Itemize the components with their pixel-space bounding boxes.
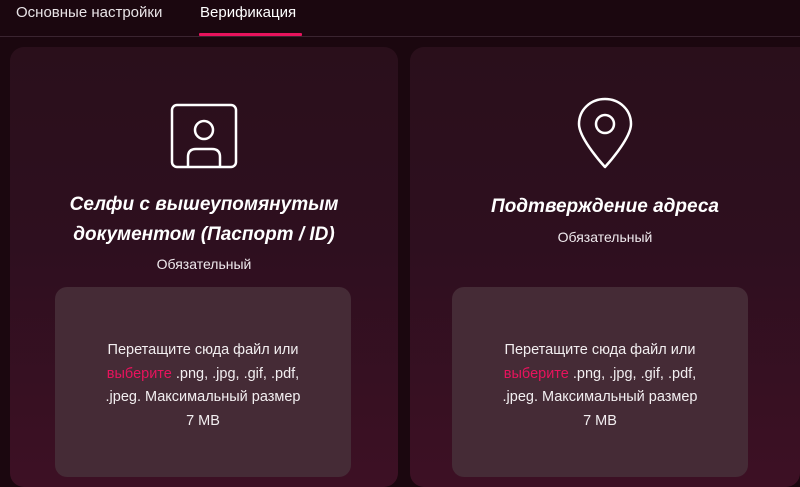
active-tab-indicator: [199, 33, 302, 36]
location-pin-icon: [410, 97, 800, 169]
dropzone-line-1: Перетащите сюда файл или: [504, 342, 696, 358]
card-title: Подтверждение адреса: [491, 196, 719, 217]
file-dropzone[interactable]: Перетащите сюда файл или выберите .png, …: [452, 287, 748, 477]
tab-verification[interactable]: Верификация: [200, 4, 296, 21]
id-card-icon: [10, 103, 398, 169]
card-title-line-1: Селфи с вышеупомянутым: [69, 194, 339, 215]
file-formats-text: .png, .jpg, .gif, .pdf,: [568, 365, 697, 382]
tab-bar: Основные настройки Верификация: [0, 0, 800, 37]
address-confirmation-card: Подтверждение адреса Обязательный Перета…: [410, 47, 800, 487]
selfie-document-card: Селфи с вышеупомянутым документом (Паспо…: [10, 47, 398, 487]
dropzone-line-2: выберите .png, .jpg, .gif, .pdf,: [470, 363, 730, 387]
dropzone-max-size: 7 MB: [583, 412, 617, 429]
dropzone-instructions: Перетащите сюда файл или выберите .png, …: [470, 339, 730, 433]
dropzone-max-size: 7 MB: [186, 412, 220, 429]
dropzone-line-3: .jpeg. Максимальный размер: [502, 389, 698, 405]
file-formats-text: .png, .jpg, .gif, .pdf,: [171, 365, 300, 382]
required-label: Обязательный: [557, 229, 653, 245]
choose-file-link[interactable]: выберите: [107, 366, 172, 382]
dropzone-instructions: Перетащите сюда файл или выберите .png, …: [73, 339, 333, 433]
tab-basic-settings[interactable]: Основные настройки: [16, 4, 162, 21]
dropzone-line-2: выберите .png, .jpg, .gif, .pdf,: [73, 363, 333, 387]
choose-file-link[interactable]: выберите: [504, 366, 569, 382]
dropzone-line-3: .jpeg. Максимальный размер: [105, 389, 301, 405]
card-title: Селфи с вышеупомянутым документом (Паспо…: [20, 190, 388, 250]
required-label: Обязательный: [156, 256, 252, 272]
card-title-line-2: документом (Паспорт / ID): [73, 224, 335, 245]
file-dropzone[interactable]: Перетащите сюда файл или выберите .png, …: [55, 287, 351, 477]
dropzone-line-1: Перетащите сюда файл или: [107, 342, 299, 358]
